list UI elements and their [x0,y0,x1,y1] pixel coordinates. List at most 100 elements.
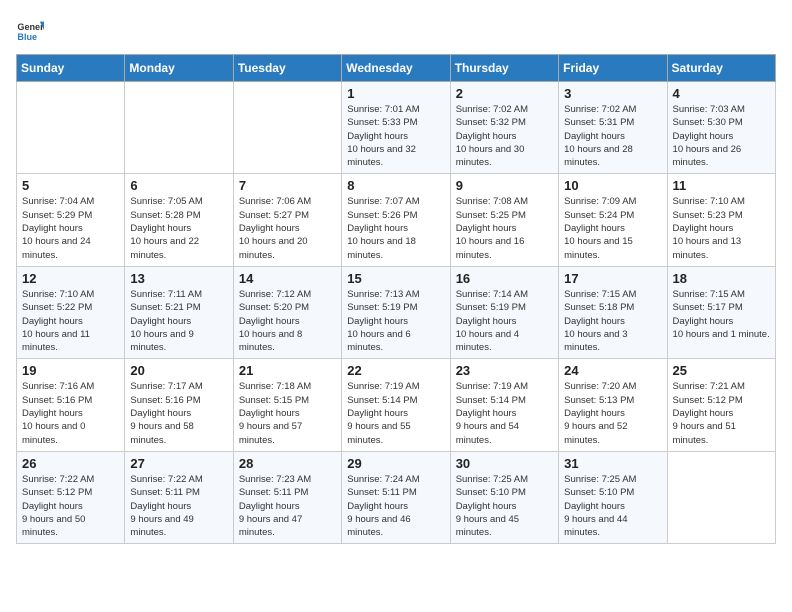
calendar-cell: 31 Sunrise: 7:25 AMSunset: 5:10 PMDayligh… [559,451,667,543]
calendar-cell [233,82,341,174]
day-number: 3 [564,86,661,101]
day-info: Sunrise: 7:14 AMSunset: 5:19 PMDaylight … [456,288,553,354]
calendar-cell: 24 Sunrise: 7:20 AMSunset: 5:13 PMDayligh… [559,359,667,451]
day-info: Sunrise: 7:05 AMSunset: 5:28 PMDaylight … [130,195,227,261]
day-header-monday: Monday [125,55,233,82]
header: General Blue [16,16,776,44]
calendar-cell: 23 Sunrise: 7:19 AMSunset: 5:14 PMDayligh… [450,359,558,451]
calendar-cell: 5 Sunrise: 7:04 AMSunset: 5:29 PMDaylight… [17,174,125,266]
day-header-friday: Friday [559,55,667,82]
day-info: Sunrise: 7:19 AMSunset: 5:14 PMDaylight … [456,380,553,446]
day-info: Sunrise: 7:11 AMSunset: 5:21 PMDaylight … [130,288,227,354]
day-number: 6 [130,178,227,193]
day-number: 15 [347,271,444,286]
calendar-cell: 20 Sunrise: 7:17 AMSunset: 5:16 PMDayligh… [125,359,233,451]
day-number: 22 [347,363,444,378]
week-row-2: 5 Sunrise: 7:04 AMSunset: 5:29 PMDaylight… [17,174,776,266]
calendar-cell: 6 Sunrise: 7:05 AMSunset: 5:28 PMDaylight… [125,174,233,266]
day-number: 13 [130,271,227,286]
day-header-saturday: Saturday [667,55,775,82]
day-number: 11 [673,178,770,193]
day-header-sunday: Sunday [17,55,125,82]
calendar-cell: 11 Sunrise: 7:10 AMSunset: 5:23 PMDayligh… [667,174,775,266]
day-info: Sunrise: 7:04 AMSunset: 5:29 PMDaylight … [22,195,119,261]
day-number: 2 [456,86,553,101]
calendar-cell: 2Sunrise: 7:02 AMSunset: 5:32 PMDaylight… [450,82,558,174]
day-info: Sunrise: 7:19 AMSunset: 5:14 PMDaylight … [347,380,444,446]
day-info: Sunrise: 7:25 AMSunset: 5:10 PMDaylight … [456,473,553,539]
day-number: 19 [22,363,119,378]
svg-text:Blue: Blue [17,32,37,42]
day-number: 9 [456,178,553,193]
day-number: 31 [564,456,661,471]
calendar-cell: 4Sunrise: 7:03 AMSunset: 5:30 PMDaylight… [667,82,775,174]
day-info: Sunrise: 7:15 AMSunset: 5:17 PMDaylight … [673,288,770,341]
day-info: Sunrise: 7:20 AMSunset: 5:13 PMDaylight … [564,380,661,446]
calendar-cell: 7Sunrise: 7:06 AMSunset: 5:27 PMDaylight… [233,174,341,266]
day-number: 10 [564,178,661,193]
calendar-cell: 18 Sunrise: 7:15 AMSunset: 5:17 PMDayligh… [667,266,775,358]
day-info: Sunrise: 7:17 AMSunset: 5:16 PMDaylight … [130,380,227,446]
week-row-1: 1 Sunrise: 7:01 AMSunset: 5:33 PMDaylight… [17,82,776,174]
calendar-cell: 25Sunrise: 7:21 AMSunset: 5:12 PMDayligh… [667,359,775,451]
day-number: 29 [347,456,444,471]
calendar-cell: 3 Sunrise: 7:02 AMSunset: 5:31 PMDaylight… [559,82,667,174]
day-header-wednesday: Wednesday [342,55,450,82]
week-row-3: 12 Sunrise: 7:10 AMSunset: 5:22 PMDayligh… [17,266,776,358]
day-number: 14 [239,271,336,286]
day-info: Sunrise: 7:10 AMSunset: 5:23 PMDaylight … [673,195,770,261]
day-info: Sunrise: 7:10 AMSunset: 5:22 PMDaylight … [22,288,119,354]
calendar-cell: 26 Sunrise: 7:22 AMSunset: 5:12 PMDayligh… [17,451,125,543]
day-number: 18 [673,271,770,286]
calendar-cell: 30 Sunrise: 7:25 AMSunset: 5:10 PMDayligh… [450,451,558,543]
day-number: 30 [456,456,553,471]
day-number: 20 [130,363,227,378]
logo-icon: General Blue [16,16,44,44]
day-number: 17 [564,271,661,286]
calendar-cell: 28 Sunrise: 7:23 AMSunset: 5:11 PMDayligh… [233,451,341,543]
svg-text:General: General [17,22,44,32]
day-info: Sunrise: 7:01 AMSunset: 5:33 PMDaylight … [347,103,444,169]
day-info: Sunrise: 7:24 AMSunset: 5:11 PMDaylight … [347,473,444,539]
calendar-cell: 1 Sunrise: 7:01 AMSunset: 5:33 PMDaylight… [342,82,450,174]
day-number: 24 [564,363,661,378]
calendar-header-row: SundayMondayTuesdayWednesdayThursdayFrid… [17,55,776,82]
day-number: 5 [22,178,119,193]
day-info: Sunrise: 7:23 AMSunset: 5:11 PMDaylight … [239,473,336,539]
calendar-cell: 27Sunrise: 7:22 AMSunset: 5:11 PMDayligh… [125,451,233,543]
day-info: Sunrise: 7:07 AMSunset: 5:26 PMDaylight … [347,195,444,261]
calendar-cell: 13 Sunrise: 7:11 AMSunset: 5:21 PMDayligh… [125,266,233,358]
day-header-tuesday: Tuesday [233,55,341,82]
calendar-cell: 19 Sunrise: 7:16 AMSunset: 5:16 PMDayligh… [17,359,125,451]
day-number: 28 [239,456,336,471]
calendar-cell: 21 Sunrise: 7:18 AMSunset: 5:15 PMDayligh… [233,359,341,451]
day-number: 21 [239,363,336,378]
calendar-cell: 12 Sunrise: 7:10 AMSunset: 5:22 PMDayligh… [17,266,125,358]
day-info: Sunrise: 7:22 AMSunset: 5:12 PMDaylight … [22,473,119,539]
day-info: Sunrise: 7:25 AMSunset: 5:10 PMDaylight … [564,473,661,539]
day-info: Sunrise: 7:16 AMSunset: 5:16 PMDaylight … [22,380,119,446]
day-number: 1 [347,86,444,101]
day-number: 4 [673,86,770,101]
calendar-cell: 16 Sunrise: 7:14 AMSunset: 5:19 PMDayligh… [450,266,558,358]
day-number: 16 [456,271,553,286]
calendar-cell: 8Sunrise: 7:07 AMSunset: 5:26 PMDaylight… [342,174,450,266]
day-info: Sunrise: 7:02 AMSunset: 5:31 PMDaylight … [564,103,661,169]
calendar-table: SundayMondayTuesdayWednesdayThursdayFrid… [16,54,776,544]
day-number: 12 [22,271,119,286]
calendar-cell: 17 Sunrise: 7:15 AMSunset: 5:18 PMDayligh… [559,266,667,358]
day-number: 23 [456,363,553,378]
day-info: Sunrise: 7:18 AMSunset: 5:15 PMDaylight … [239,380,336,446]
day-number: 26 [22,456,119,471]
day-number: 25 [673,363,770,378]
day-info: Sunrise: 7:13 AMSunset: 5:19 PMDaylight … [347,288,444,354]
calendar-cell [667,451,775,543]
calendar-cell: 22 Sunrise: 7:19 AMSunset: 5:14 PMDayligh… [342,359,450,451]
calendar-cell: 10 Sunrise: 7:09 AMSunset: 5:24 PMDayligh… [559,174,667,266]
day-number: 7 [239,178,336,193]
day-info: Sunrise: 7:22 AMSunset: 5:11 PMDaylight … [130,473,227,539]
calendar-cell [17,82,125,174]
day-info: Sunrise: 7:15 AMSunset: 5:18 PMDaylight … [564,288,661,354]
day-info: Sunrise: 7:09 AMSunset: 5:24 PMDaylight … [564,195,661,261]
calendar-cell: 14Sunrise: 7:12 AMSunset: 5:20 PMDayligh… [233,266,341,358]
